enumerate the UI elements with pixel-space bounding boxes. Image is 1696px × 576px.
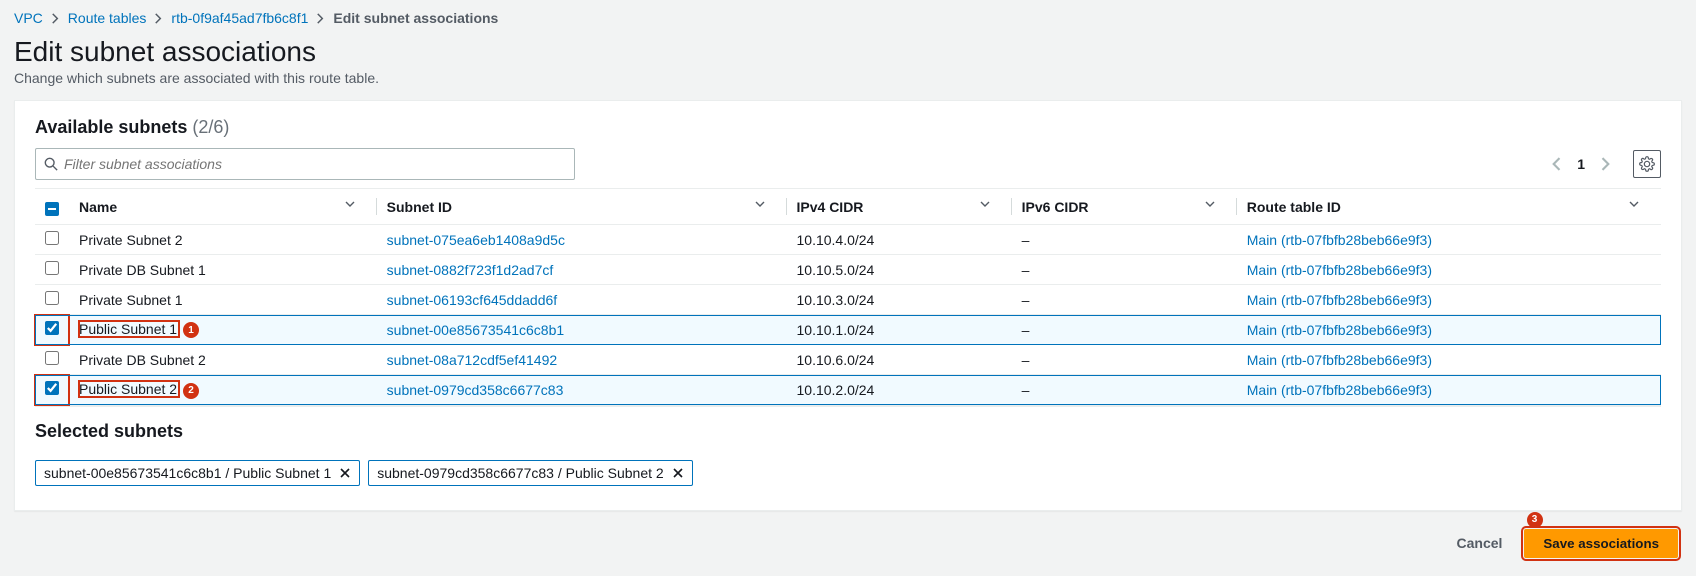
chevron-right-icon bbox=[316, 13, 325, 24]
row-ipv6: – bbox=[1012, 345, 1237, 375]
table-row[interactable]: Private DB Subnet 2 subnet-08a712cdf5ef41… bbox=[35, 345, 1661, 375]
breadcrumb-vpc[interactable]: VPC bbox=[14, 10, 43, 26]
row-ipv6: – bbox=[1012, 285, 1237, 315]
token-label: subnet-0979cd358c6677c83 / Public Subnet… bbox=[377, 465, 663, 481]
row-ipv4: 10.10.2.0/24 bbox=[787, 375, 1012, 405]
route-table-link[interactable]: Main (rtb-07fbfb28beb66e9f3) bbox=[1247, 232, 1432, 248]
row-ipv4: 10.10.4.0/24 bbox=[787, 225, 1012, 255]
col-route-table-id[interactable]: Route table ID bbox=[1237, 189, 1661, 225]
row-ipv6: – bbox=[1012, 315, 1237, 345]
annotation-badge-3: 3 bbox=[1527, 512, 1543, 528]
annotation-badge: 2 bbox=[183, 383, 199, 399]
annotation-badge: 1 bbox=[183, 322, 199, 338]
row-name: Private Subnet 1 bbox=[79, 292, 183, 308]
route-table-link[interactable]: Main (rtb-07fbfb28beb66e9f3) bbox=[1247, 262, 1432, 278]
route-table-link[interactable]: Main (rtb-07fbfb28beb66e9f3) bbox=[1247, 382, 1432, 398]
close-icon[interactable] bbox=[672, 467, 684, 479]
gear-icon bbox=[1639, 156, 1655, 172]
row-ipv4: 10.10.5.0/24 bbox=[787, 255, 1012, 285]
col-subnet-id[interactable]: Subnet ID bbox=[377, 189, 787, 225]
token-label: subnet-00e85673541c6c8b1 / Public Subnet… bbox=[44, 465, 331, 481]
sort-icon bbox=[755, 199, 765, 209]
row-checkbox[interactable] bbox=[45, 381, 59, 395]
row-name: Private Subnet 2 bbox=[79, 232, 183, 248]
breadcrumb-rtb-id[interactable]: rtb-0f9af45ad7fb6c8f1 bbox=[171, 10, 308, 26]
chevron-right-icon bbox=[51, 13, 60, 24]
subnet-id-link[interactable]: subnet-08a712cdf5ef41492 bbox=[387, 352, 557, 368]
row-ipv4: 10.10.3.0/24 bbox=[787, 285, 1012, 315]
route-table-link[interactable]: Main (rtb-07fbfb28beb66e9f3) bbox=[1247, 352, 1432, 368]
col-ipv4[interactable]: IPv4 CIDR bbox=[787, 189, 1012, 225]
toolbar: 1 bbox=[35, 148, 1661, 180]
row-ipv6: – bbox=[1012, 255, 1237, 285]
sort-icon bbox=[980, 199, 990, 209]
row-name: Private DB Subnet 1 bbox=[79, 262, 206, 278]
available-count: (2/6) bbox=[192, 117, 229, 137]
pager: 1 bbox=[1545, 150, 1661, 178]
pager-next[interactable] bbox=[1595, 153, 1617, 175]
subnet-id-link[interactable]: subnet-06193cf645ddadd6f bbox=[387, 292, 557, 308]
table-row[interactable]: Private Subnet 2 subnet-075ea6eb1408a9d5c… bbox=[35, 225, 1661, 255]
filter-box[interactable] bbox=[35, 148, 575, 180]
col-checkbox[interactable] bbox=[35, 189, 69, 225]
row-ipv6: – bbox=[1012, 375, 1237, 405]
route-table-link[interactable]: Main (rtb-07fbfb28beb66e9f3) bbox=[1247, 292, 1432, 308]
page-subtitle: Change which subnets are associated with… bbox=[14, 70, 1682, 86]
row-ipv4: 10.10.6.0/24 bbox=[787, 345, 1012, 375]
pager-page: 1 bbox=[1577, 156, 1585, 172]
subnet-id-link[interactable]: subnet-00e85673541c6c8b1 bbox=[387, 322, 565, 338]
subnets-table: Name Subnet ID IPv4 CIDR IPv6 CIDR bbox=[35, 188, 1661, 406]
filter-input[interactable] bbox=[64, 156, 566, 172]
row-ipv4: 10.10.1.0/24 bbox=[787, 315, 1012, 345]
selected-tokens: subnet-00e85673541c6c8b1 / Public Subnet… bbox=[35, 460, 1661, 502]
row-checkbox[interactable] bbox=[45, 321, 59, 335]
row-checkbox[interactable] bbox=[45, 261, 59, 275]
selected-subnets-title: Selected subnets bbox=[35, 406, 1661, 460]
row-checkbox[interactable] bbox=[45, 291, 59, 305]
selected-token: subnet-00e85673541c6c8b1 / Public Subnet… bbox=[35, 460, 360, 486]
row-name: Public Subnet 1 bbox=[79, 321, 177, 337]
sort-icon bbox=[345, 199, 355, 209]
col-ipv6[interactable]: IPv6 CIDR bbox=[1012, 189, 1237, 225]
available-subnets-title: Available subnets (2/6) bbox=[35, 117, 1661, 138]
selected-token: subnet-0979cd358c6677c83 / Public Subnet… bbox=[368, 460, 692, 486]
breadcrumb: VPC Route tables rtb-0f9af45ad7fb6c8f1 E… bbox=[14, 10, 1682, 26]
checkbox-indeterminate-icon bbox=[45, 202, 59, 216]
chevron-right-icon bbox=[154, 13, 163, 24]
row-ipv6: – bbox=[1012, 225, 1237, 255]
close-icon[interactable] bbox=[339, 467, 351, 479]
available-subnets-panel: Available subnets (2/6) 1 bbox=[14, 100, 1682, 511]
route-table-link[interactable]: Main (rtb-07fbfb28beb66e9f3) bbox=[1247, 322, 1432, 338]
table-row[interactable]: Public Subnet 2 2 subnet-0979cd358c6677c83… bbox=[35, 375, 1661, 405]
row-checkbox[interactable] bbox=[45, 351, 59, 365]
table-row[interactable]: Private Subnet 1 subnet-06193cf645ddadd6f… bbox=[35, 285, 1661, 315]
row-name: Private DB Subnet 2 bbox=[79, 352, 206, 368]
breadcrumb-route-tables[interactable]: Route tables bbox=[68, 10, 147, 26]
footer: 3 Cancel Save associations bbox=[14, 511, 1682, 566]
save-associations-button[interactable]: Save associations bbox=[1524, 529, 1678, 558]
page-title: Edit subnet associations bbox=[14, 36, 1682, 68]
col-name[interactable]: Name bbox=[69, 189, 377, 225]
breadcrumb-current: Edit subnet associations bbox=[333, 10, 498, 26]
subnet-id-link[interactable]: subnet-075ea6eb1408a9d5c bbox=[387, 232, 565, 248]
table-row[interactable]: Public Subnet 1 1 subnet-00e85673541c6c8b1… bbox=[35, 315, 1661, 345]
sort-icon bbox=[1629, 199, 1639, 209]
pager-prev[interactable] bbox=[1545, 153, 1567, 175]
settings-button[interactable] bbox=[1633, 150, 1661, 178]
sort-icon bbox=[1205, 199, 1215, 209]
subnet-id-link[interactable]: subnet-0979cd358c6677c83 bbox=[387, 382, 564, 398]
row-checkbox[interactable] bbox=[45, 231, 59, 245]
subnet-id-link[interactable]: subnet-0882f723f1d2ad7cf bbox=[387, 262, 554, 278]
search-icon bbox=[44, 157, 58, 171]
row-name: Public Subnet 2 bbox=[79, 381, 177, 397]
cancel-button[interactable]: Cancel bbox=[1447, 529, 1513, 557]
table-row[interactable]: Private DB Subnet 1 subnet-0882f723f1d2ad… bbox=[35, 255, 1661, 285]
